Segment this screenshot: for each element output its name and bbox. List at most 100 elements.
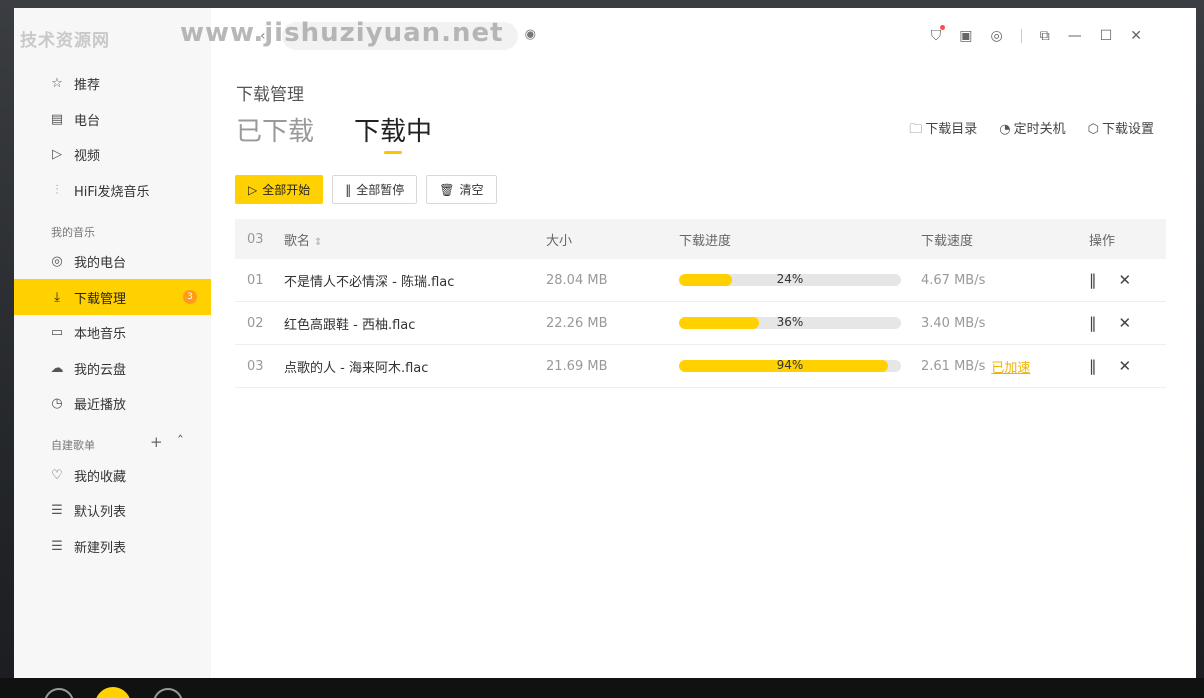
playlist-icon: ☰ [51, 538, 63, 554]
close-icon[interactable]: ✕ [1119, 314, 1132, 332]
clear-button[interactable]: 🗑 清空 [426, 175, 497, 204]
song-name: 不是情人不必情深 - 陈瑞.flac [284, 274, 455, 290]
playlist-icon: ☰ [51, 502, 63, 518]
sidebar-item-favorites[interactable]: ♡ 我的收藏 [14, 457, 211, 493]
prev-button[interactable] [44, 688, 74, 698]
play-button[interactable] [95, 687, 131, 698]
song-name: 点歌的人 - 海来阿木.flac [284, 360, 429, 376]
pause-icon[interactable]: ‖ [1089, 271, 1097, 289]
tab-downloading[interactable]: 下载中 [354, 111, 432, 154]
table-row[interactable]: 02 红色高跟鞋 - 西柚.flac 22.26 MB 36% 3.40 MB/… [235, 302, 1166, 345]
pause-icon: ‖ [345, 182, 352, 197]
sidebar-item-new-list[interactable]: ☰ 新建列表 [14, 528, 211, 564]
header-label: 歌名 [284, 233, 311, 249]
button-label: 全部暂停 [356, 183, 405, 197]
progress-label: 24% [776, 274, 804, 286]
download-tabs: 已下载 下载中 [236, 111, 432, 154]
settings-icon: ⬡ [1087, 122, 1099, 137]
download-count-badge: 3 [183, 290, 197, 304]
download-folder-link[interactable]: 🗀 下载目录 [909, 118, 977, 142]
row-index: 01 [247, 272, 264, 288]
file-size: 28.04 MB [546, 272, 608, 288]
ops-header: 操作 [1089, 233, 1116, 249]
add-playlist-icon[interactable]: + [150, 433, 163, 451]
download-speed: 2.61 MB/s [921, 358, 986, 374]
pause-all-button[interactable]: ‖ 全部暂停 [332, 175, 418, 204]
row-index: 02 [247, 315, 264, 331]
sidebar-item-recent[interactable]: ◷ 最近播放 [14, 385, 211, 421]
tab-downloaded[interactable]: 已下载 [236, 111, 314, 148]
table-row[interactable]: 03 点歌的人 - 海来阿木.flac 21.69 MB 94% 2.61 MB… [235, 345, 1166, 388]
progress-bar: 36% [679, 317, 901, 329]
video-icon: ▷ [52, 146, 62, 162]
download-speed: 3.40 MB/s [921, 315, 986, 331]
minimize-icon[interactable]: — [1068, 28, 1082, 44]
cloud-icon: ☁ [50, 360, 64, 376]
timer-icon: ◔ [999, 122, 1011, 137]
star-icon: ☆ [51, 75, 63, 91]
close-icon[interactable]: ✕ [1130, 28, 1142, 44]
progress-bar: 94% [679, 360, 901, 372]
settings-icon[interactable]: ◎ [990, 28, 1002, 44]
sidebar-item-recommend[interactable]: ☆ 推荐 [14, 65, 211, 101]
collapse-icon[interactable]: ˆ [177, 433, 185, 451]
sidebar-item-hifi[interactable]: ⫶ HiFi发烧音乐 [14, 172, 211, 208]
accelerated-link[interactable]: 已加速 [991, 357, 1030, 376]
sidebar-item-label: 本地音乐 [74, 326, 127, 342]
sidebar-item-label: 我的云盘 [74, 362, 127, 378]
sidebar: 技术资源网 ☆ 推荐 ▤ 电台 ▷ 视频 ⫶ HiFi发烧音乐 我的音乐 ◎ 我… [14, 8, 211, 678]
table-body: 01 不是情人不必情深 - 陈瑞.flac 28.04 MB 24% 4.67 … [235, 259, 1166, 388]
progress-cell: 24% [679, 274, 921, 286]
clock-icon: ◷ [51, 395, 63, 411]
download-speed: 4.67 MB/s [921, 272, 986, 288]
download-table: 03 歌名 ⇕ 大小 下载进度 下载速度 操作 01 不是情人不必情深 - 陈瑞.… [235, 219, 1166, 388]
progress-label: 94% [776, 360, 804, 372]
microphone-icon[interactable]: ◉ [525, 27, 536, 42]
sidebar-item-label: 我的收藏 [74, 469, 127, 485]
file-size: 21.69 MB [546, 358, 608, 374]
close-icon[interactable]: ✕ [1119, 357, 1132, 375]
count-header: 03 [247, 231, 264, 247]
button-label: 清空 [459, 183, 484, 197]
link-label: 下载目录 [925, 122, 978, 137]
section-title-playlists: 自建歌单 [51, 439, 95, 452]
sidebar-item-default-list[interactable]: ☰ 默认列表 [14, 492, 211, 528]
sidebar-item-local-music[interactable]: ▭ 本地音乐 [14, 314, 211, 350]
sidebar-item-label: 视频 [74, 148, 101, 164]
progress-cell: 36% [679, 317, 921, 329]
fm-icon[interactable]: ▣ [959, 28, 972, 44]
sidebar-item-label: 新建列表 [74, 540, 127, 556]
sidebar-item-radio[interactable]: ▤ 电台 [14, 101, 211, 137]
sidebar-item-label: HiFi发烧音乐 [74, 184, 150, 200]
table-row[interactable]: 01 不是情人不必情深 - 陈瑞.flac 28.04 MB 24% 4.67 … [235, 259, 1166, 302]
app-logo: 技术资源网 [20, 31, 110, 51]
mini-mode-icon[interactable]: ⧉ [1040, 28, 1050, 44]
pause-icon[interactable]: ‖ [1089, 357, 1097, 375]
name-header[interactable]: 歌名 ⇕ [284, 230, 546, 249]
sidebar-item-label: 最近播放 [74, 397, 127, 413]
size-header: 大小 [546, 233, 573, 249]
sidebar-item-video[interactable]: ▷ 视频 [14, 136, 211, 172]
toolbar-divider [1020, 29, 1022, 43]
heart-icon: ♡ [51, 467, 63, 483]
sidebar-item-my-station[interactable]: ◎ 我的电台 [14, 243, 211, 279]
pause-icon[interactable]: ‖ [1089, 314, 1097, 332]
progress-bar: 24% [679, 274, 901, 286]
sidebar-item-label: 默认列表 [74, 504, 127, 520]
maximize-icon[interactable]: ☐ [1100, 28, 1113, 44]
sidebar-item-downloads[interactable]: ⤓ 下载管理 3 [14, 279, 211, 315]
trash-icon: 🗑 [439, 182, 455, 197]
download-settings-link[interactable]: ⬡ 下载设置 [1088, 118, 1154, 142]
timed-shutdown-link[interactable]: ◔ 定时关机 [999, 118, 1065, 142]
play-icon: ▷ [248, 182, 258, 197]
sidebar-item-cloud[interactable]: ☁ 我的云盘 [14, 350, 211, 386]
section-title-my-music: 我的音乐 [51, 226, 95, 239]
close-icon[interactable]: ✕ [1119, 271, 1132, 289]
player-bar [0, 678, 1204, 698]
row-actions: ‖ ✕ [1089, 314, 1166, 332]
progress-cell: 94% [679, 360, 921, 372]
start-all-button[interactable]: ▷ 全部开始 [235, 175, 324, 204]
next-button[interactable] [153, 688, 183, 698]
progress-label: 36% [776, 317, 804, 329]
skin-icon[interactable]: ⛉ [931, 25, 945, 44]
